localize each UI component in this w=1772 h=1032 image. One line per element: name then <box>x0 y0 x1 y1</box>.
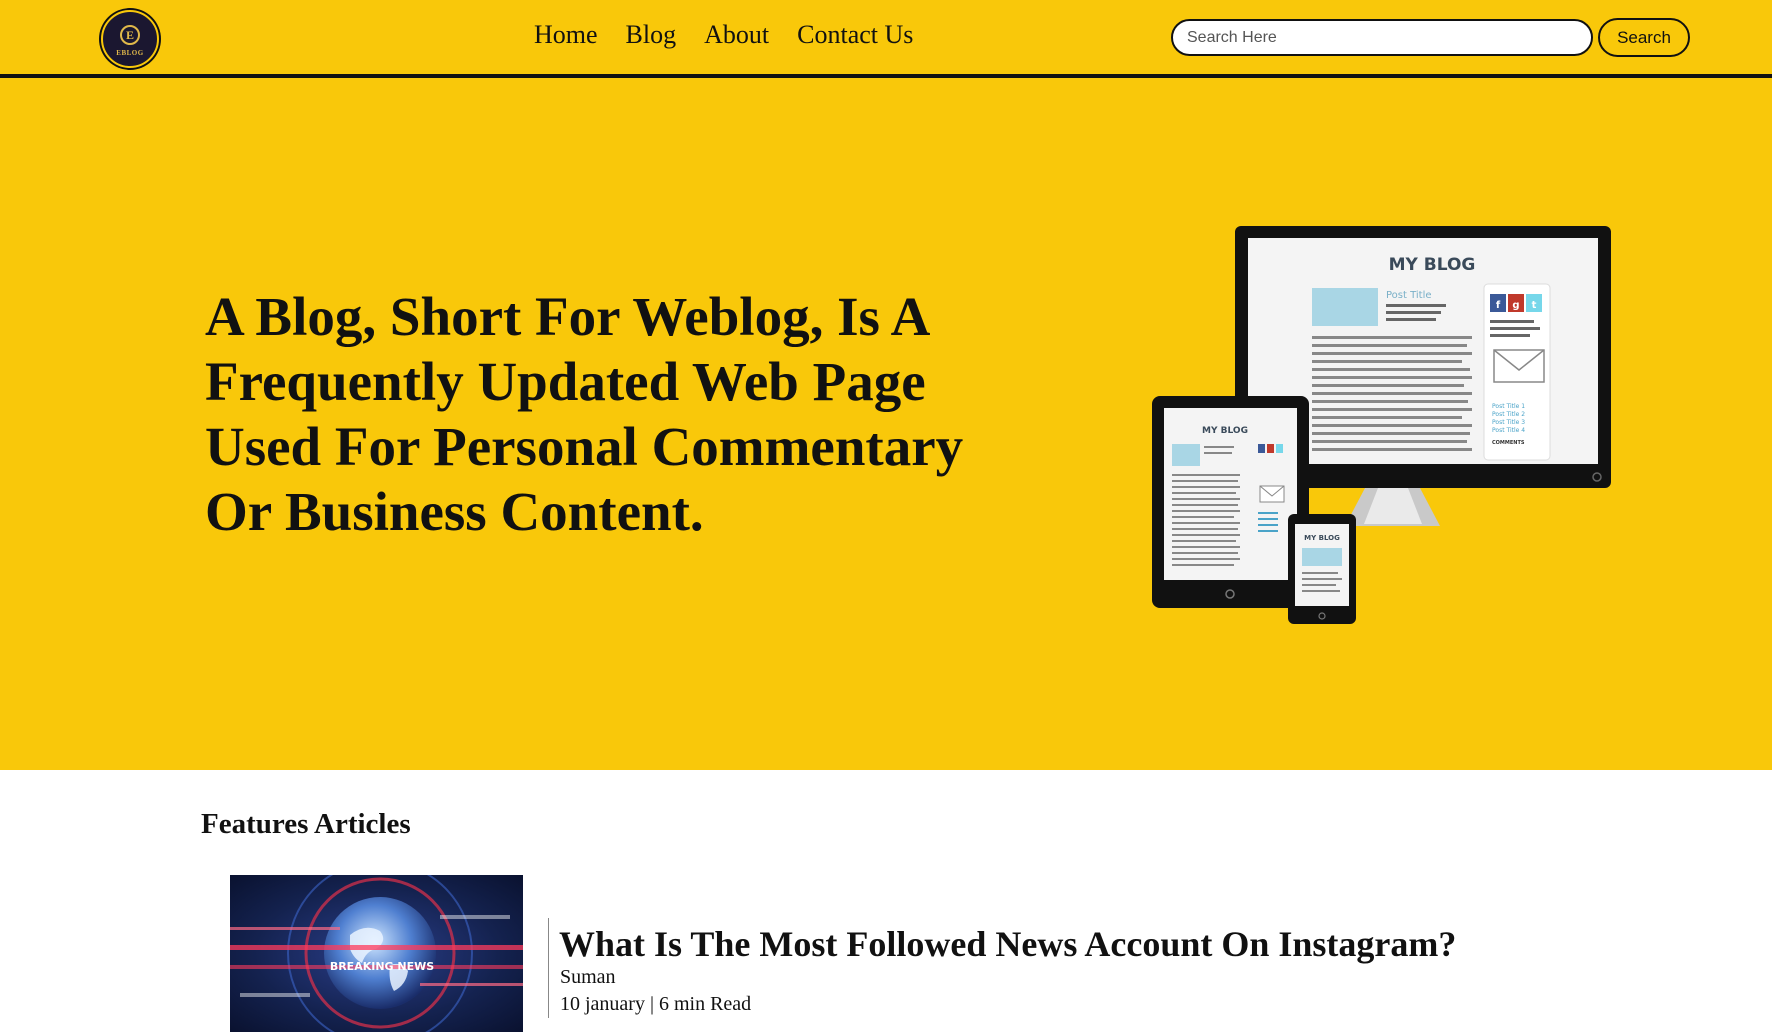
breaking-news-caption: BREAKING NEWS <box>330 960 434 973</box>
article-meta: 10 january | 6 min Read <box>560 993 752 1015</box>
svg-text:Post Title 2: Post Title 2 <box>1492 411 1525 418</box>
logo-text: EBLOG <box>116 49 144 57</box>
article-thumbnail[interactable]: BREAKING NEWS <box>230 875 523 1032</box>
svg-text:f: f <box>1496 300 1501 311</box>
article-title[interactable]: What Is The Most Followed News Account O… <box>559 923 1456 965</box>
search-button[interactable]: Search <box>1598 18 1690 57</box>
article-divider <box>548 918 549 1018</box>
tablet-illustration: MY BLOG <box>1152 396 1309 608</box>
nav-contact-us[interactable]: Contact Us <box>797 20 913 50</box>
search-input[interactable] <box>1171 19 1593 56</box>
svg-text:Post Title: Post Title <box>1386 290 1432 301</box>
features-heading: Features Articles <box>201 808 411 840</box>
logo-monogram: E <box>120 25 140 46</box>
nav-home[interactable]: Home <box>534 20 598 50</box>
phone-illustration: MY BLOG <box>1288 514 1356 624</box>
site-logo[interactable]: E EBLOG <box>101 10 159 68</box>
nav-blog[interactable]: Blog <box>626 20 677 50</box>
navbar: E EBLOG Home Blog About Contact Us Searc… <box>0 0 1772 78</box>
svg-text:t: t <box>1532 300 1537 311</box>
nav-about[interactable]: About <box>704 20 769 50</box>
svg-text:Post Title 4: Post Title 4 <box>1492 427 1525 434</box>
svg-text:Post Title 3: Post Title 3 <box>1492 419 1525 426</box>
main-nav: Home Blog About Contact Us <box>534 20 913 50</box>
svg-text:g: g <box>1512 300 1519 311</box>
responsive-devices-illustration: MY BLOG Post Title f g t Post Title 1 Po… <box>1152 226 1611 624</box>
breaking-news-image: BREAKING NEWS <box>230 875 523 1032</box>
svg-text:Post Title 1: Post Title 1 <box>1492 403 1525 410</box>
hero-title: A Blog, Short For Weblog, Is A Frequentl… <box>205 286 964 542</box>
svg-text:MY BLOG: MY BLOG <box>1389 255 1476 275</box>
article-author: Suman <box>560 966 616 988</box>
svg-text:COMMENTS: COMMENTS <box>1492 440 1525 446</box>
svg-text:MY BLOG: MY BLOG <box>1202 426 1248 436</box>
hero-section: A Blog, Short For Weblog, Is A Frequentl… <box>0 78 1772 770</box>
svg-text:MY BLOG: MY BLOG <box>1304 534 1340 542</box>
